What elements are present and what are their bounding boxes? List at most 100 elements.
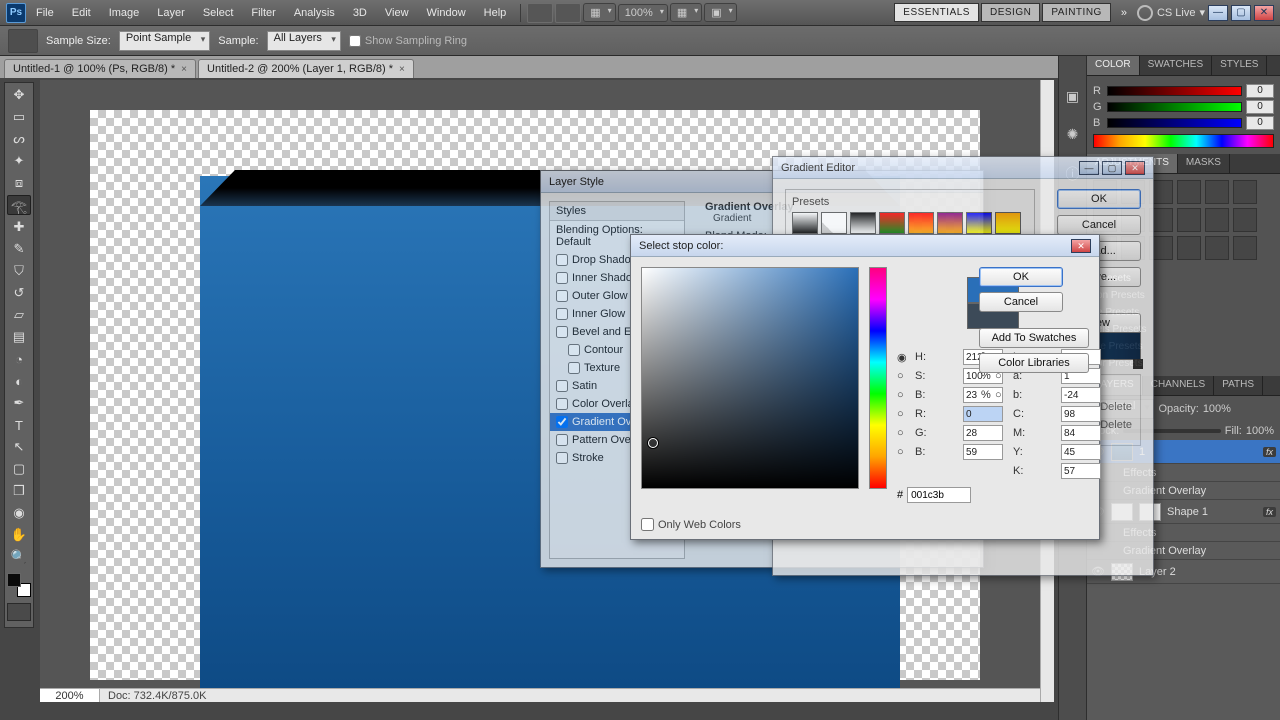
b-rgb-field[interactable] [963,444,1003,460]
adj-icon[interactable] [1177,208,1201,232]
menu-layer[interactable]: Layer [149,3,193,23]
gradient-swatch[interactable] [908,212,934,234]
tab-styles[interactable]: STYLES [1212,56,1267,75]
dialog-close-button[interactable]: ✕ [1125,161,1145,175]
adj-icon[interactable] [1233,208,1257,232]
screen-mode-dropdown[interactable]: ▣ [704,3,736,22]
adj-icon[interactable] [1177,236,1201,260]
b-value[interactable]: 0 [1246,116,1274,130]
blur-tool[interactable]: ◔ [7,349,31,369]
only-web-colors-checkbox[interactable] [641,518,654,531]
ok-button[interactable]: OK [979,267,1063,287]
history-brush-tool[interactable]: ↺ [7,283,31,303]
g-value[interactable]: 0 [1246,100,1274,114]
only-web-colors-check[interactable]: Only Web Colors [641,518,741,531]
zoom-tool[interactable]: 🔍 [7,547,31,567]
eraser-tool[interactable]: ▱ [7,305,31,325]
g-slider[interactable] [1107,102,1242,112]
path-select-tool[interactable]: ↖ [7,437,31,457]
effect-checkbox[interactable] [556,254,568,266]
gradient-editor-titlebar[interactable]: Gradient Editor ― ▢ ✕ [773,157,1153,179]
dialog-maximize-button[interactable]: ▢ [1102,161,1122,175]
lasso-tool[interactable]: ᔕ [7,129,31,149]
type-tool[interactable]: T [7,415,31,435]
menu-3d[interactable]: 3D [345,3,375,23]
tab-masks[interactable]: MASKS [1178,154,1230,173]
pen-tool[interactable]: ✒ [7,393,31,413]
cs-live-button[interactable]: CS Live ▾ [1137,5,1205,21]
b-lab-field[interactable] [1061,387,1101,403]
workspace-more-icon[interactable]: » [1113,3,1135,23]
stamp-tool[interactable]: ⛉ [7,261,31,281]
effect-checkbox[interactable] [556,416,568,428]
close-icon[interactable]: × [399,64,405,75]
effect-checkbox[interactable] [568,362,580,374]
styles-header[interactable]: Styles [550,202,684,221]
doc-tab-1[interactable]: Untitled-1 @ 100% (Ps, RGB/8) * × [4,59,196,78]
hex-field[interactable] [907,487,971,503]
menu-select[interactable]: Select [195,3,242,23]
gradient-tool[interactable]: ▤ [7,327,31,347]
r-slider[interactable] [1107,86,1242,96]
fx-badge[interactable]: fx [1263,507,1276,517]
dialog-minimize-button[interactable]: ― [1079,161,1099,175]
k-field[interactable] [1061,463,1101,479]
adj-icon[interactable] [1205,236,1229,260]
gradient-swatch[interactable] [850,212,876,234]
color-libraries-button[interactable]: Color Libraries [979,353,1089,373]
eyedropper-tool[interactable]: 𓂀 [7,195,31,215]
arrange-docs-dropdown[interactable]: ▦ [670,3,702,22]
adj-icon[interactable] [1177,180,1201,204]
fill-value[interactable]: 100% [1246,425,1274,437]
zoom-dropdown[interactable]: 100% [618,4,668,22]
menu-analysis[interactable]: Analysis [286,3,343,23]
sample-size-dropdown[interactable]: Point Sample [119,31,210,51]
effect-checkbox[interactable] [556,326,568,338]
launch-bridge-icon[interactable] [527,3,553,23]
menu-help[interactable]: Help [476,3,515,23]
workspace-essentials[interactable]: ESSENTIALS [894,3,979,22]
tab-paths[interactable]: PATHS [1214,376,1263,395]
cancel-button[interactable]: Cancel [979,292,1063,312]
gradient-swatch[interactable] [792,212,818,234]
adj-icon[interactable] [1205,208,1229,232]
3d-tool[interactable]: ❒ [7,481,31,501]
menu-view[interactable]: View [377,3,417,23]
c-field[interactable] [1061,406,1101,422]
close-icon[interactable]: × [181,64,187,75]
workspace-design[interactable]: DESIGN [981,3,1040,22]
window-close-button[interactable]: ✕ [1254,5,1274,21]
delete-stop-button[interactable]: Delete [1100,419,1132,431]
zoom-field[interactable]: 200% [40,689,100,703]
view-extras-dropdown[interactable]: ▦ [583,3,615,22]
quick-mask-icon[interactable] [7,603,31,621]
gradient-swatch[interactable] [879,212,905,234]
heal-tool[interactable]: ✚ [7,217,31,237]
show-sampling-ring-checkbox[interactable] [349,35,361,47]
adj-icon[interactable] [1233,236,1257,260]
spectrum-bar[interactable] [1093,134,1274,148]
opacity-value[interactable]: 100% [1203,403,1231,415]
effect-checkbox[interactable] [556,272,568,284]
crop-tool[interactable]: ⧈ [7,173,31,193]
move-tool[interactable]: ✥ [7,85,31,105]
r-value[interactable]: 0 [1246,84,1274,98]
gradient-swatch[interactable] [995,212,1021,234]
g-field[interactable] [963,425,1003,441]
menu-window[interactable]: Window [419,3,474,23]
hue-slider[interactable] [869,267,887,489]
effect-checkbox[interactable] [556,380,568,392]
menu-file[interactable]: File [28,3,62,23]
add-to-swatches-button[interactable]: Add To Swatches [979,328,1089,348]
gradient-swatch[interactable] [821,212,847,234]
doc-tab-2[interactable]: Untitled-2 @ 200% (Layer 1, RGB/8) * × [198,59,414,78]
sample-from-dropdown[interactable]: All Layers [267,31,341,51]
tab-swatches[interactable]: SWATCHES [1140,56,1213,75]
window-minimize-button[interactable]: ― [1208,5,1228,21]
color-field[interactable] [641,267,859,489]
wand-tool[interactable]: ✦ [7,151,31,171]
effect-checkbox[interactable] [556,452,568,464]
fg-bg-swatch[interactable] [7,573,31,597]
workspace-painting[interactable]: PAINTING [1042,3,1110,22]
current-tool-icon[interactable] [8,29,38,53]
